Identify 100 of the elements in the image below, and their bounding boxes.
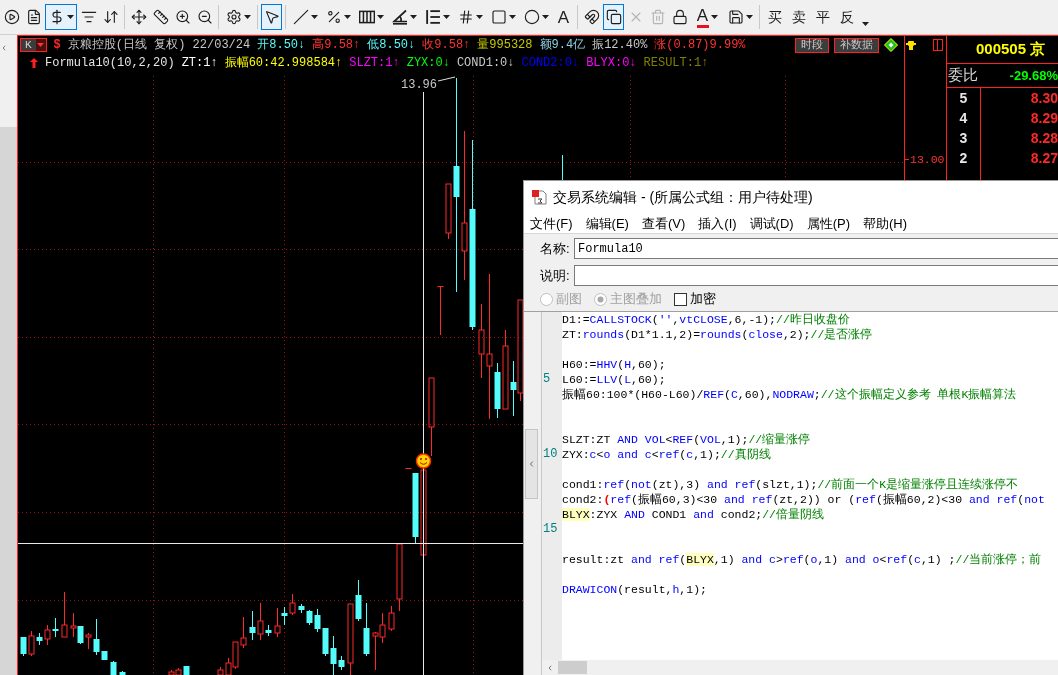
play-icon [3,9,20,25]
window-title: 交易系统编辑 - (所属公式组：用户待处理) [553,187,813,207]
code-line: BLYX:ZYX AND COND1 and cond2;//倍量阴线 [562,507,824,522]
settings-icon [225,9,242,25]
angle-icon [391,9,408,25]
chart-button[interactable]: 补数据 [834,37,879,53]
menu-item[interactable]: 插入(I) [698,216,737,230]
code-line: 振幅60:100*(H60-L60)/REF(C,60),NODRAW;//这个振幅定义参考 单根K振幅算法 [562,387,1017,402]
ratio-label: 委比 [948,65,978,86]
copy-button[interactable] [603,4,624,30]
menu-item[interactable]: 查看(V) [641,216,686,230]
menu-item[interactable]: 属性(P) [806,216,850,230]
hash-icon [457,9,474,25]
code-line: L60:=LLV(L,60); [562,372,666,387]
diamond-icon [884,38,898,52]
quote-value: 开8.50↓ [257,39,306,51]
line-number: 5 [543,372,551,386]
field-label: 说明: [540,266,571,285]
leader-line [437,76,456,82]
description-field[interactable] [574,265,1058,286]
indicator-value: 振幅60:42.998584↑ [224,57,343,69]
caret-icon [37,43,45,47]
indicator-value: BLYX:0↓ [586,57,637,69]
code-editor[interactable] [562,312,1058,660]
pointer-button[interactable] [261,4,282,30]
bars-icon [358,9,375,25]
ratio-value: -29.68% [1009,66,1058,85]
lines-icon [424,9,441,25]
code-line: D1:=CALLSTOCK('',vtCLOSE,6,-1);//昨日收盘价 [562,312,850,327]
quote-value: 涨(0.87)9.99% [654,39,746,51]
order-rank: 3 [959,128,968,148]
circle-icon [523,9,540,25]
pin-icon [906,40,916,50]
document-icon [25,9,42,25]
pointer-icon [263,9,280,25]
candlestick [110,660,117,675]
line-number: 15 [543,522,558,536]
candlestick [119,670,126,675]
indicator-value: COND2:0↓ [521,57,580,69]
stock-title: 000505 京 [976,39,1046,60]
quote-value: 额9.4亿 [539,39,586,51]
trade-button[interactable]: 平 [811,4,834,30]
code-line: SLZT:ZT AND VOL<REF(VOL,1);//缩量涨停 [562,432,811,447]
menu-item[interactable]: 帮助(H) [862,216,907,230]
dollar-button[interactable] [45,4,77,30]
quote-value: 低8.50↓ [367,39,416,51]
menu-item[interactable]: 调试(D) [749,216,794,230]
order-rank: 4 [959,108,968,128]
checkbox-option[interactable]: 加密 [674,289,716,309]
code-line: result:zt and ref(BLYX,1) and c>ref(o,1) and o<ref(c,1) ;//当前涨停；前 [562,552,1042,567]
indicator-value: ZT:1↑ [181,57,218,69]
code-line: H60:=HHV(H,60); [562,357,666,372]
order-rank: 5 [959,88,968,108]
app-icon [531,189,547,205]
ask-price: 8.29 [1030,108,1058,128]
currency-mark: $ [53,39,61,51]
field-label: 名称: [540,239,571,258]
trade-button[interactable]: 反 [835,4,858,30]
save-icon [727,9,744,25]
indicator-value: SLZT:1↑ [349,57,400,69]
filter-icon [80,9,97,25]
candlestick [437,285,444,336]
quote-value: 高9.58↑ [312,39,361,51]
zoom-out-icon [196,9,213,25]
line-icon [292,9,309,25]
code-line: ZT:rounds(D1*1.1,2)=rounds(close,2);//是否涨停 [562,327,873,342]
percent-icon [325,9,342,25]
chart-button[interactable]: 时段 [795,37,829,53]
text-tool-button[interactable]: A [553,4,574,30]
menu-item[interactable]: 编辑(E) [585,216,629,230]
copy-icon [605,9,622,25]
code-line: cond2:(ref(振幅60,3)<30 and ref(zt,2)) or (ref(振幅60,2)<30 and ref(not [562,492,1045,507]
color-bar-icon [696,24,709,28]
lock-icon [671,9,688,25]
trade-button[interactable]: 买 [763,4,786,30]
chevron-left-icon [527,458,536,470]
period-selector[interactable]: K [20,38,47,52]
font-color-button[interactable]: A [691,4,723,30]
code-line: DRAWICON(result,h,1); [562,582,707,597]
scrollbar-thumb[interactable] [558,661,587,674]
quote-value: 收9.58↑ [422,39,471,51]
smiley-icon [415,453,432,469]
indicator-value: RESULT:1↑ [643,57,709,69]
code-line: cond1:ref(not(zt),3) and ref(slzt,1);//前面一个K是缩量涨停且连续涨停不 [562,477,1019,492]
menu-item[interactable]: 文件(F) [530,216,573,230]
quote-value: 振12.40% [592,39,648,51]
indicator-value: COND1:0↓ [456,57,515,69]
code-line: ZYX:c<o and c<ref(c,1);//真阴线 [562,447,771,462]
name-field[interactable]: Formula10 [574,238,1058,259]
window-icon [933,39,943,51]
indicator-value: ZYX:0↓ [406,57,450,69]
trash-icon [649,9,666,25]
move-icon [130,9,147,25]
trade-button[interactable]: 卖 [787,4,810,30]
candlestick [405,468,412,469]
magnet-icon [583,9,600,25]
zoom-in-icon [174,9,191,25]
indicator-value: Formula10(10,2,20) [45,57,175,69]
up-arrow-icon [30,58,38,68]
ruler-icon [152,9,169,25]
